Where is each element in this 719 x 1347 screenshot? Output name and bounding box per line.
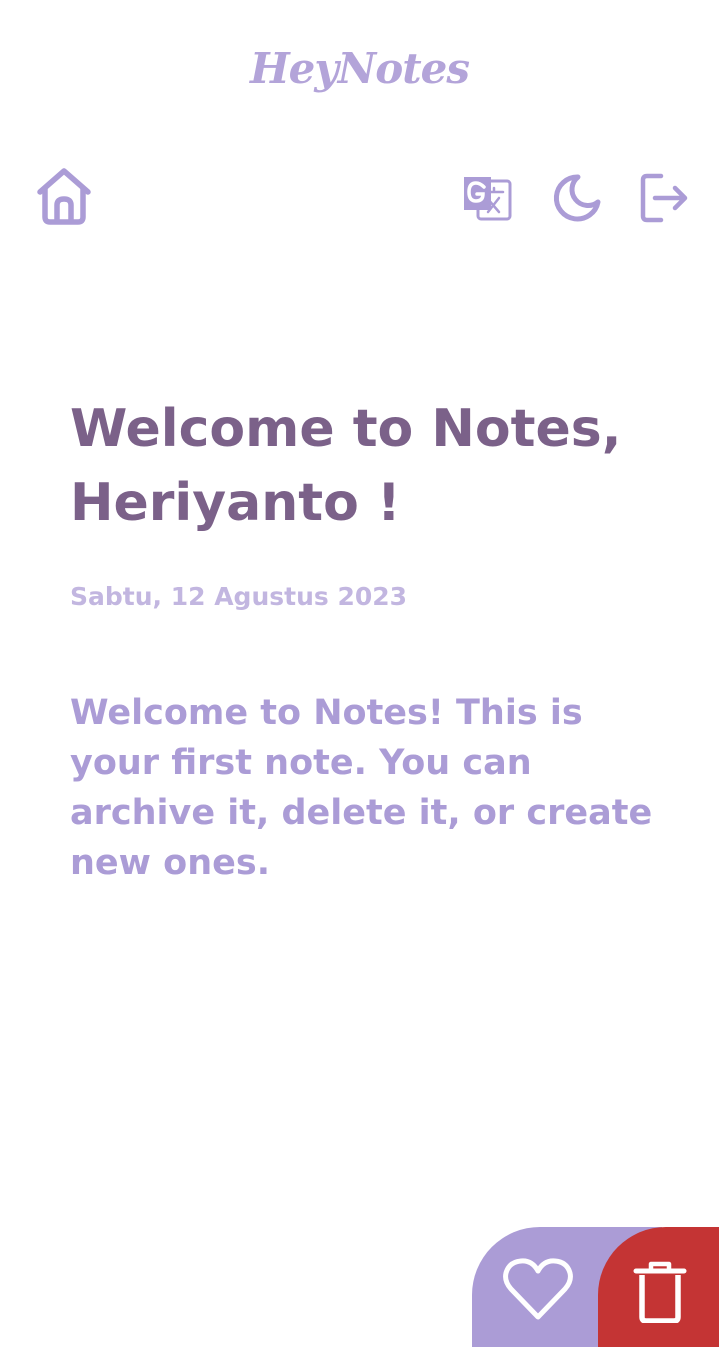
logout-button[interactable] xyxy=(632,166,696,230)
note-title: Welcome to Notes, Heriyanto ! xyxy=(70,399,622,533)
theme-toggle-button[interactable] xyxy=(544,166,608,230)
home-button[interactable] xyxy=(32,164,96,228)
logout-icon xyxy=(640,173,688,223)
note-date: Sabtu, 12 Agustus 2023 xyxy=(70,582,408,611)
translate-icon xyxy=(464,177,512,221)
translate-button[interactable] xyxy=(455,166,519,230)
note-body: Welcome to Notes! This is your first not… xyxy=(70,693,653,883)
app-brand-logo: HeyNotes xyxy=(250,44,470,93)
trash-icon xyxy=(633,1261,687,1323)
note-detail-page: HeyNotes Welcome to Notes, Heriyanto ! S… xyxy=(0,0,719,1347)
heart-icon xyxy=(503,1258,573,1320)
home-icon xyxy=(37,168,91,225)
moon-icon xyxy=(553,174,601,222)
